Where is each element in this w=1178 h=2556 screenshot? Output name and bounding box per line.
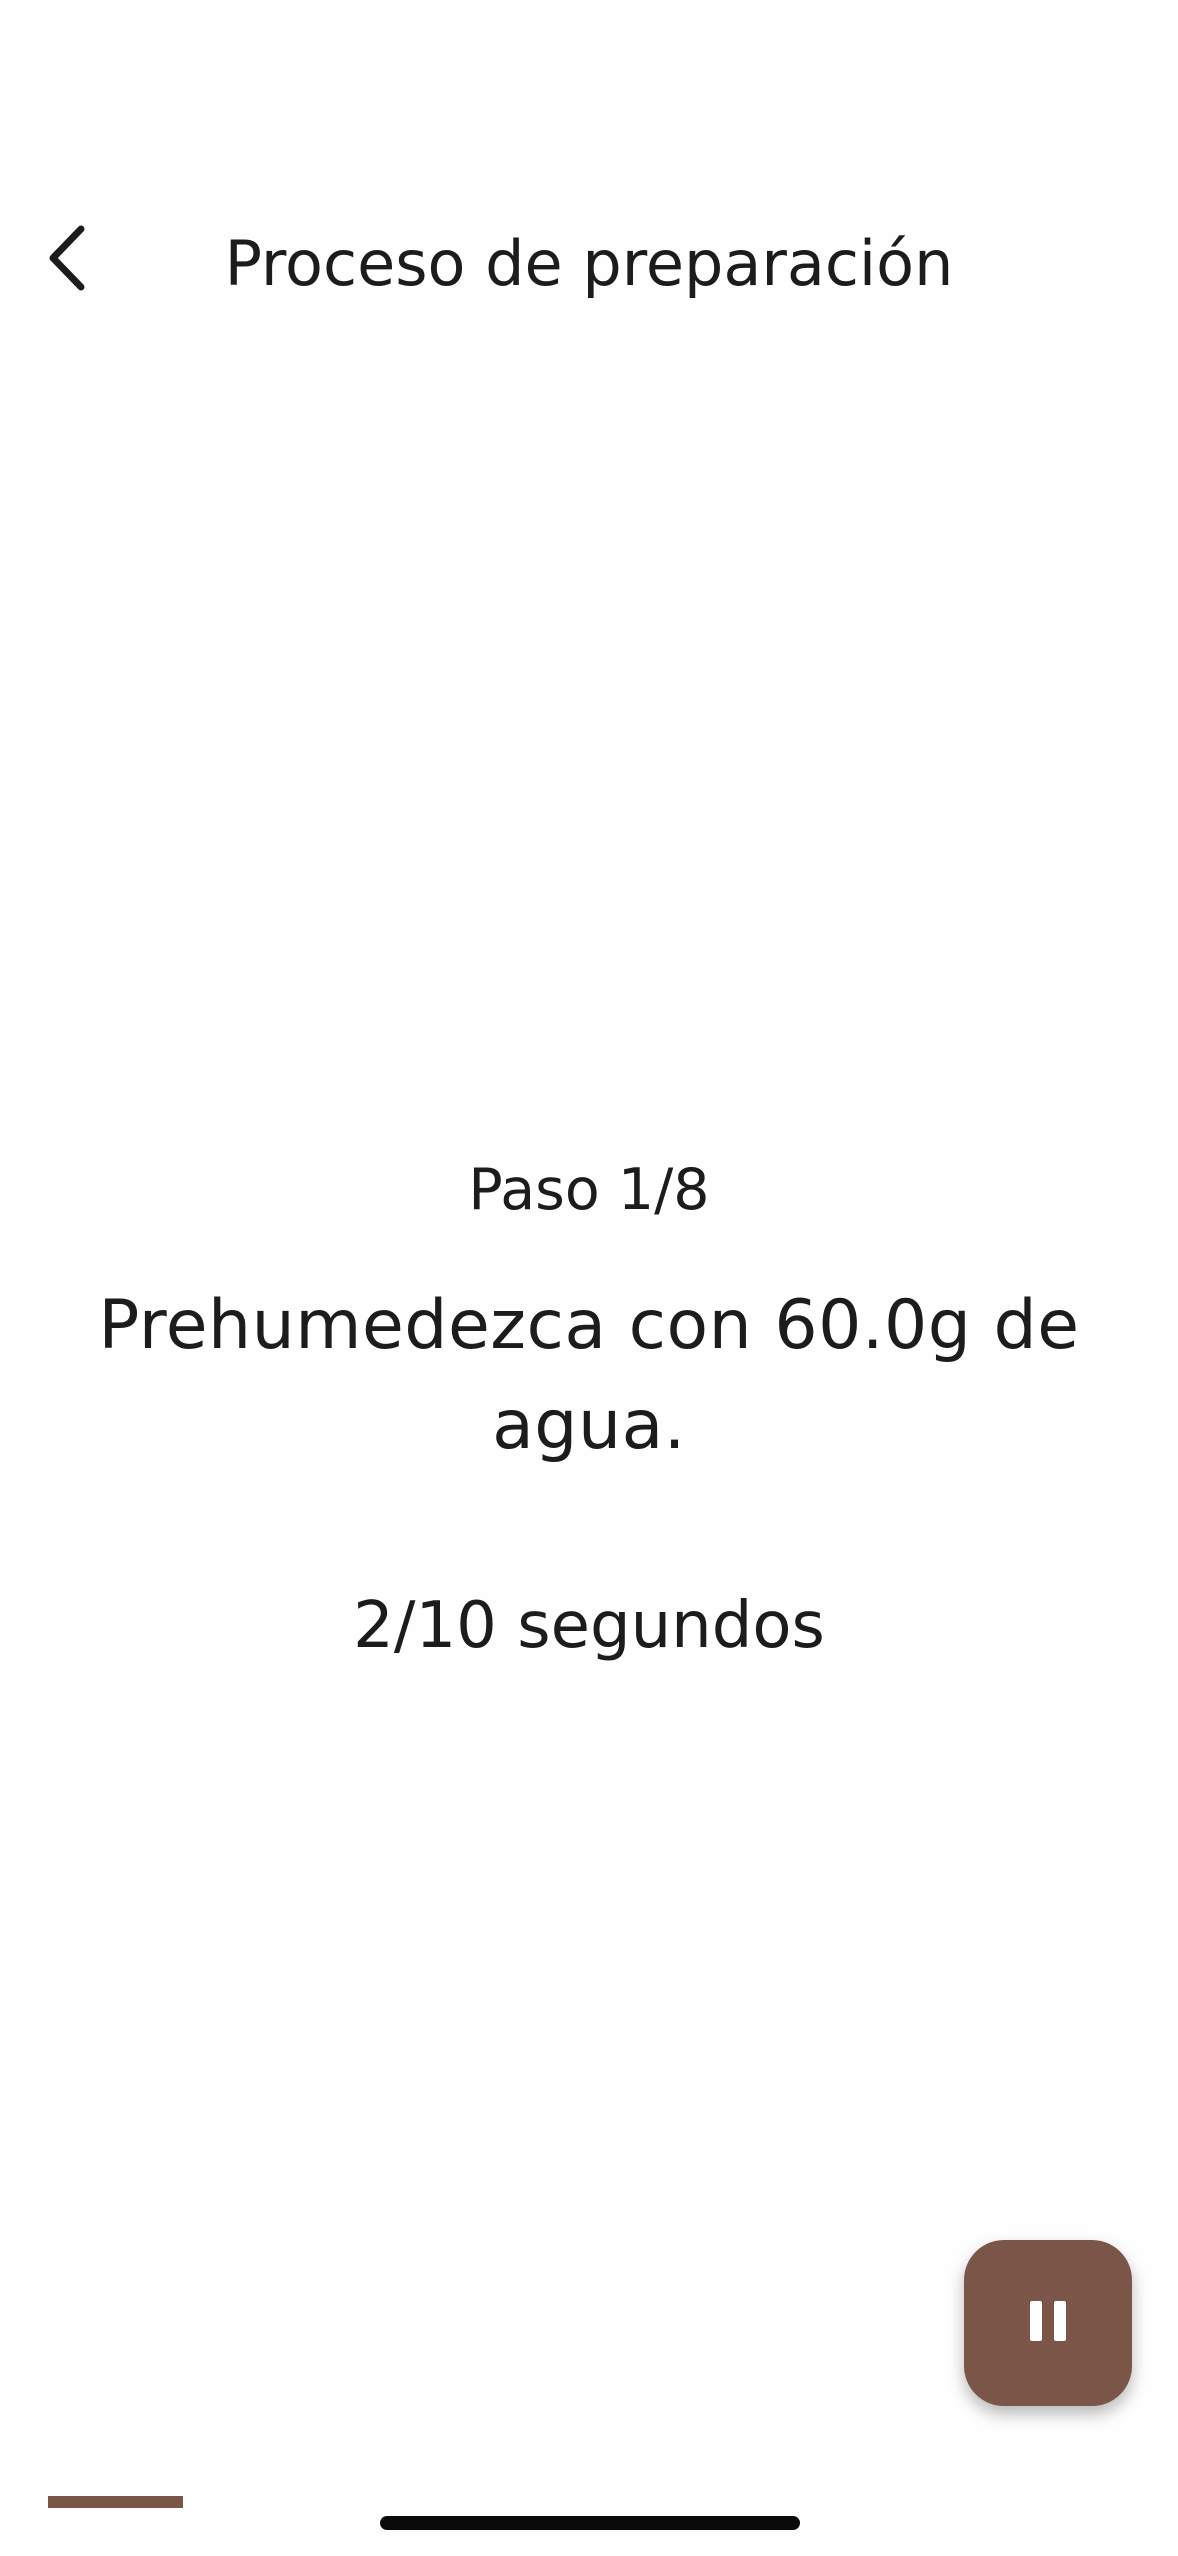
step-counter: Paso 1/8 xyxy=(468,1157,710,1223)
home-indicator[interactable] xyxy=(380,2516,800,2530)
step-progress-bar xyxy=(48,2496,1130,2508)
chevron-left-icon xyxy=(43,223,93,298)
back-button[interactable] xyxy=(28,208,108,312)
step-instruction: Prehumedezca con 60.0g de agua. xyxy=(98,1286,1080,1465)
step-progress-fill xyxy=(48,2496,184,2508)
timer-text: 2/10 segundos xyxy=(353,1589,825,1663)
pause-icon xyxy=(1026,2299,1070,2348)
pause-button[interactable] xyxy=(964,2240,1132,2406)
step-content: Paso 1/8 Prehumedezca con 60.0g de agua.… xyxy=(60,1140,1118,1676)
page-title: Proceso de preparación xyxy=(224,227,954,300)
